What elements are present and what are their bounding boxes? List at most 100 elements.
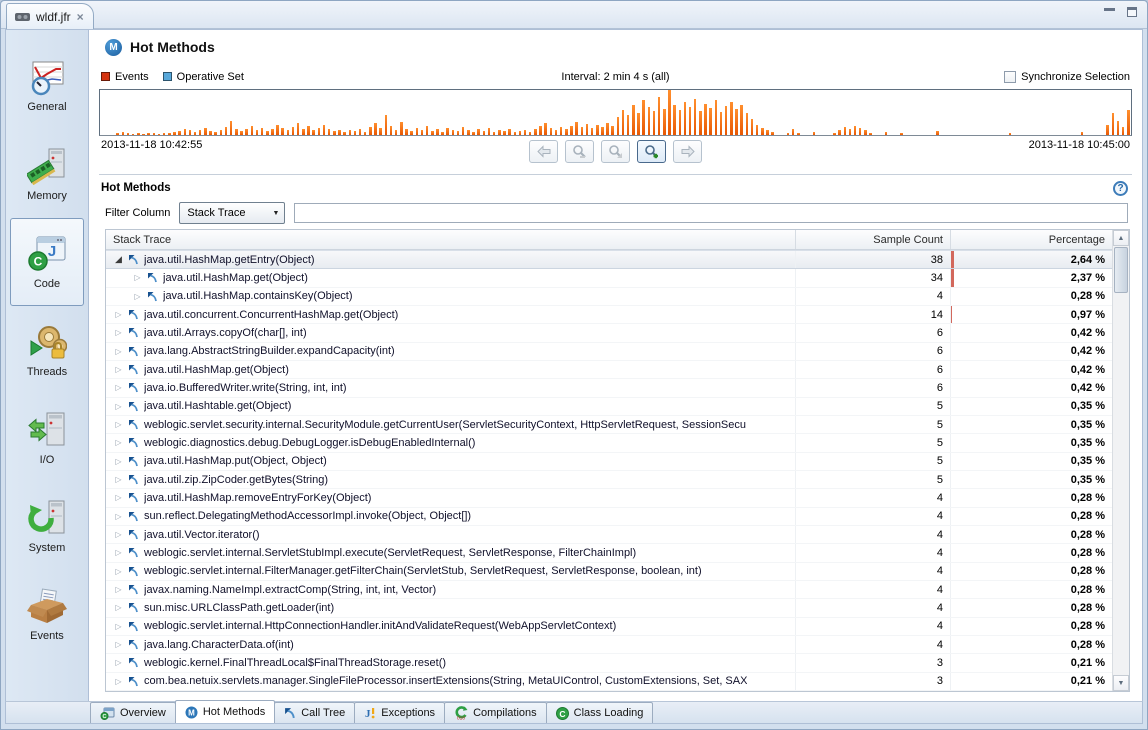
table-row[interactable]: ▷weblogic.diagnostics.debug.DebugLogger.… [106,434,1112,452]
tab-compilations[interactable]: 010Compilations [444,702,547,723]
method-icon [128,511,139,522]
maximize-icon[interactable] [1127,7,1137,17]
help-icon[interactable]: ? [1113,181,1128,196]
sidebar-item-label: I/O [40,454,55,466]
expand-icon[interactable]: ▷ [112,475,125,484]
chart-bar [302,129,305,135]
chart-bar [287,130,290,135]
close-icon[interactable]: × [77,10,84,24]
table-row[interactable]: ▷java.util.HashMap.get(Object)342,37 % [106,269,1112,287]
sidebar-item-io[interactable]: I/O [10,394,84,482]
expand-icon[interactable]: ▷ [112,512,125,521]
table-row[interactable]: ▷java.lang.CharacterData.of(int)40,28 % [106,636,1112,654]
table-row[interactable]: ▷weblogic.kernel.FinalThreadLocal$FinalT… [106,654,1112,672]
chart-bar [457,131,460,135]
sidebar-item-system[interactable]: System [10,482,84,570]
expand-icon[interactable]: ▷ [112,658,125,667]
expand-icon[interactable]: ▷ [112,493,125,502]
table-row[interactable]: ▷java.io.BufferedWriter.write(String, in… [106,379,1112,397]
sidebar-item-memory[interactable]: Memory [10,130,84,218]
tab-hot-methods[interactable]: MHot Methods [175,700,275,723]
vertical-scrollbar[interactable]: ▲ ▼ [1112,230,1129,691]
sidebar-item-threads[interactable]: Threads [10,306,84,394]
expand-icon[interactable]: ▷ [131,273,144,282]
table-row[interactable]: ▷weblogic.servlet.security.internal.Secu… [106,416,1112,434]
synchronize-selection[interactable]: Synchronize Selection [1004,71,1130,83]
expand-icon[interactable]: ▷ [112,365,125,374]
sidebar-item-events[interactable]: Events [10,570,84,658]
expand-icon[interactable]: ▷ [112,677,125,686]
chart-bar [395,130,398,135]
tab-overview[interactable]: COverview [90,702,176,723]
collapse-icon[interactable]: ◢ [112,254,125,265]
table-row[interactable]: ▷java.util.Vector.iterator()40,28 % [106,526,1112,544]
filter-column-dropdown[interactable]: Stack Trace ▼ [179,202,285,224]
expand-icon[interactable]: ▷ [112,438,125,447]
percentage-cell: 2,37 % [950,269,1112,286]
expand-icon[interactable]: ▷ [112,622,125,631]
table-row[interactable]: ▷java.util.Arrays.copyOf(char[], int)60,… [106,324,1112,342]
table-row[interactable]: ▷java.util.zip.ZipCoder.getBytes(String)… [106,471,1112,489]
sidebar-item-code[interactable]: JCCode [10,218,84,306]
column-header-sample-count[interactable]: Sample Count [795,230,950,249]
chart-bar [503,131,506,135]
tab-call-tree[interactable]: Call Tree [274,702,355,723]
expand-icon[interactable]: ▷ [131,292,144,301]
expand-icon[interactable]: ▷ [112,530,125,539]
table-row[interactable]: ▷java.lang.AbstractStringBuilder.expandC… [106,343,1112,361]
tab-class-loading[interactable]: CClass Loading [546,702,654,723]
expand-icon[interactable]: ▷ [112,585,125,594]
scrollbar-thumb[interactable] [1114,247,1128,293]
scroll-down-icon[interactable]: ▼ [1113,675,1129,691]
synchronize-selection-checkbox[interactable] [1004,71,1016,83]
chart-bar [266,131,269,135]
table-row[interactable]: ▷java.util.HashMap.put(Object, Object)50… [106,453,1112,471]
column-header-stack-trace[interactable]: Stack Trace [106,230,795,249]
minimize-icon[interactable] [1104,8,1115,11]
chart-bar [869,133,872,135]
table-row[interactable]: ▷java.util.HashMap.get(Object)60,42 % [106,361,1112,379]
expand-icon[interactable]: ▷ [112,420,125,429]
expand-icon[interactable]: ▷ [112,603,125,612]
expand-icon[interactable]: ▷ [112,310,125,319]
filter-text-input[interactable] [294,203,1128,223]
table-row[interactable]: ▷java.util.concurrent.ConcurrentHashMap.… [106,306,1112,324]
table-row[interactable]: ◢java.util.HashMap.getEntry(Object)382,6… [106,250,1112,269]
table-row[interactable]: ▷java.util.HashMap.containsKey(Object)40… [106,288,1112,306]
tab-exceptions[interactable]: JExceptions [354,702,445,723]
table-row[interactable]: ▷sun.misc.URLClassPath.getLoader(int)40,… [106,599,1112,617]
percentage-cell: 0,21 % [950,673,1112,690]
sidebar-item-label: Threads [27,366,67,378]
expand-icon[interactable]: ▷ [112,328,125,337]
chart-bar [838,130,841,135]
stack-trace-cell: ▷java.util.Hashtable.get(Object) [106,398,795,415]
chart-bar [859,128,862,135]
expand-icon[interactable]: ▷ [112,402,125,411]
table-row[interactable]: ▷java.util.HashMap.removeEntryForKey(Obj… [106,489,1112,507]
table-row[interactable]: ▷sun.reflect.DelegatingMethodAccessorImp… [106,508,1112,526]
zoom-in-button[interactable] [637,140,666,163]
table-row[interactable]: ▷java.util.Hashtable.get(Object)50,35 % [106,398,1112,416]
table-row[interactable]: ▷com.bea.netuix.servlets.manager.SingleF… [106,673,1112,691]
sidebar-item-label: Memory [27,190,67,202]
table-row[interactable]: ▷weblogic.servlet.internal.FilterManager… [106,563,1112,581]
method-icon [128,566,139,577]
chart-bar [498,130,501,135]
expand-icon[interactable]: ▷ [112,567,125,576]
expand-icon[interactable]: ▷ [112,548,125,557]
editor-tab-wldf-jfr[interactable]: wldf.jfr × [6,3,94,29]
sidebar-item-general[interactable]: General [10,42,84,130]
expand-icon[interactable]: ▷ [112,640,125,649]
table-row[interactable]: ▷javax.naming.NameImpl.extractComp(Strin… [106,581,1112,599]
table-row[interactable]: ▷weblogic.servlet.internal.ServletStubIm… [106,544,1112,562]
scroll-up-icon[interactable]: ▲ [1113,230,1129,246]
expand-icon[interactable]: ▷ [112,457,125,466]
call-tree-icon [284,707,296,719]
table-row[interactable]: ▷weblogic.servlet.internal.HttpConnectio… [106,618,1112,636]
expand-icon[interactable]: ▷ [112,383,125,392]
expand-icon[interactable]: ▷ [112,347,125,356]
sample-count-cell: 4 [795,563,950,580]
method-icon [128,382,139,393]
column-header-percentage[interactable]: Percentage [950,230,1112,249]
timeline-chart[interactable] [99,89,1132,136]
